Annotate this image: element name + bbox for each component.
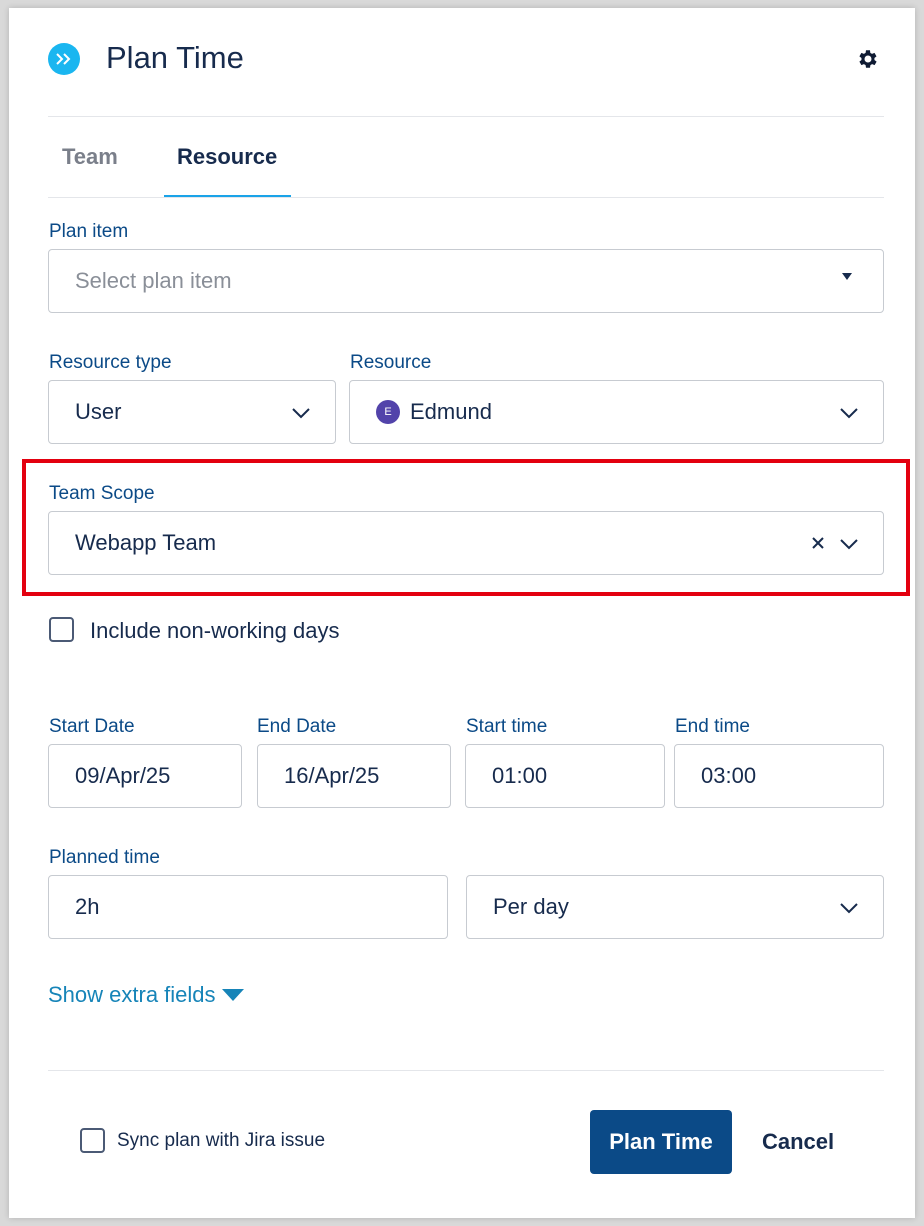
caret-down-icon: [842, 273, 852, 280]
chevron-down-icon: [292, 408, 310, 419]
footer-divider: [48, 1070, 884, 1071]
gear-icon[interactable]: [856, 47, 880, 71]
planned-time-input[interactable]: 2h: [48, 875, 448, 939]
non-working-days-label: Include non-working days: [90, 618, 340, 643]
plan-item-placeholder: Select plan item: [75, 268, 232, 293]
planned-time-value: 2h: [75, 894, 100, 919]
sync-jira-checkbox[interactable]: [80, 1128, 105, 1153]
show-extra-fields-label: Show extra fields: [48, 982, 216, 1007]
tab-team[interactable]: Team: [62, 144, 118, 170]
resource-label: Resource: [350, 352, 432, 373]
tabs-divider: [48, 197, 884, 198]
resource-select[interactable]: E Edmund: [349, 380, 884, 444]
start-date-label: Start Date: [49, 716, 135, 737]
resource-type-select[interactable]: User: [48, 380, 336, 444]
planned-period-value: Per day: [493, 894, 569, 919]
end-date-value: 16/Apr/25: [284, 763, 380, 788]
plan-time-dialog: [9, 8, 915, 1218]
header-divider: [48, 116, 884, 117]
app-logo-icon: [48, 43, 80, 75]
end-time-value: 03:00: [701, 763, 757, 788]
team-scope-label: Team Scope: [49, 483, 155, 504]
team-scope-select[interactable]: Webapp Team: [48, 511, 884, 575]
plan-item-label: Plan item: [49, 221, 129, 242]
show-extra-fields-link[interactable]: Show extra fields: [48, 982, 244, 1008]
triangle-down-icon: [221, 989, 244, 1001]
start-time-label: Start time: [466, 716, 548, 737]
tab-resource[interactable]: Resource: [177, 144, 277, 170]
chevron-down-icon: [840, 903, 858, 914]
planned-period-select[interactable]: Per day: [466, 875, 884, 939]
dialog-title: Plan Time: [106, 40, 244, 75]
non-working-days-checkbox[interactable]: [49, 617, 74, 642]
start-time-input[interactable]: 01:00: [465, 744, 665, 808]
cancel-button[interactable]: Cancel: [762, 1129, 834, 1155]
end-time-input[interactable]: 03:00: [674, 744, 884, 808]
close-icon[interactable]: [809, 534, 827, 552]
chevron-down-icon: [840, 539, 858, 550]
planned-time-label: Planned time: [49, 847, 160, 868]
start-date-value: 09/Apr/25: [75, 763, 171, 788]
chevron-down-icon: [840, 408, 858, 419]
end-date-label: End Date: [257, 716, 337, 737]
end-time-label: End time: [675, 716, 750, 737]
avatar: E: [376, 400, 400, 424]
end-date-input[interactable]: 16/Apr/25: [257, 744, 451, 808]
plan-time-button[interactable]: Plan Time: [590, 1110, 732, 1174]
start-date-input[interactable]: 09/Apr/25: [48, 744, 242, 808]
resource-type-label: Resource type: [49, 352, 172, 373]
start-time-value: 01:00: [492, 763, 548, 788]
sync-jira-label: Sync plan with Jira issue: [117, 1130, 326, 1151]
resource-type-value: User: [75, 399, 122, 424]
resource-value: Edmund: [410, 399, 492, 424]
plan-item-select[interactable]: Select plan item: [48, 249, 884, 313]
team-scope-value: Webapp Team: [75, 530, 217, 555]
